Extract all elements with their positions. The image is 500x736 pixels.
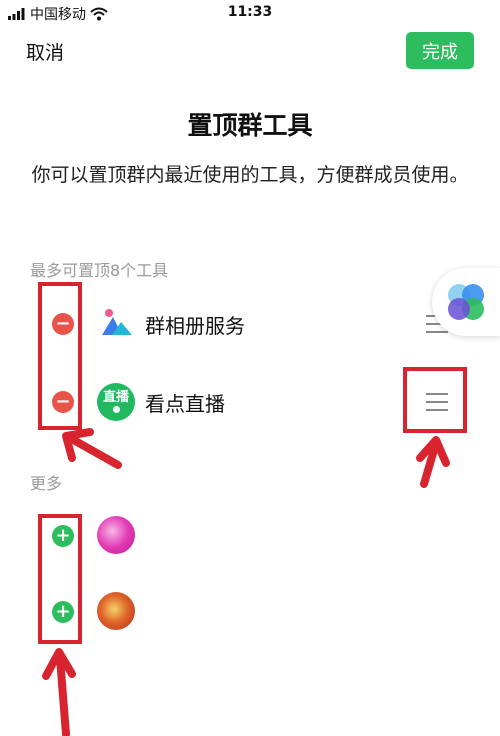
annotation-arrow-icon <box>66 434 122 469</box>
annotation-arrows <box>42 428 450 736</box>
